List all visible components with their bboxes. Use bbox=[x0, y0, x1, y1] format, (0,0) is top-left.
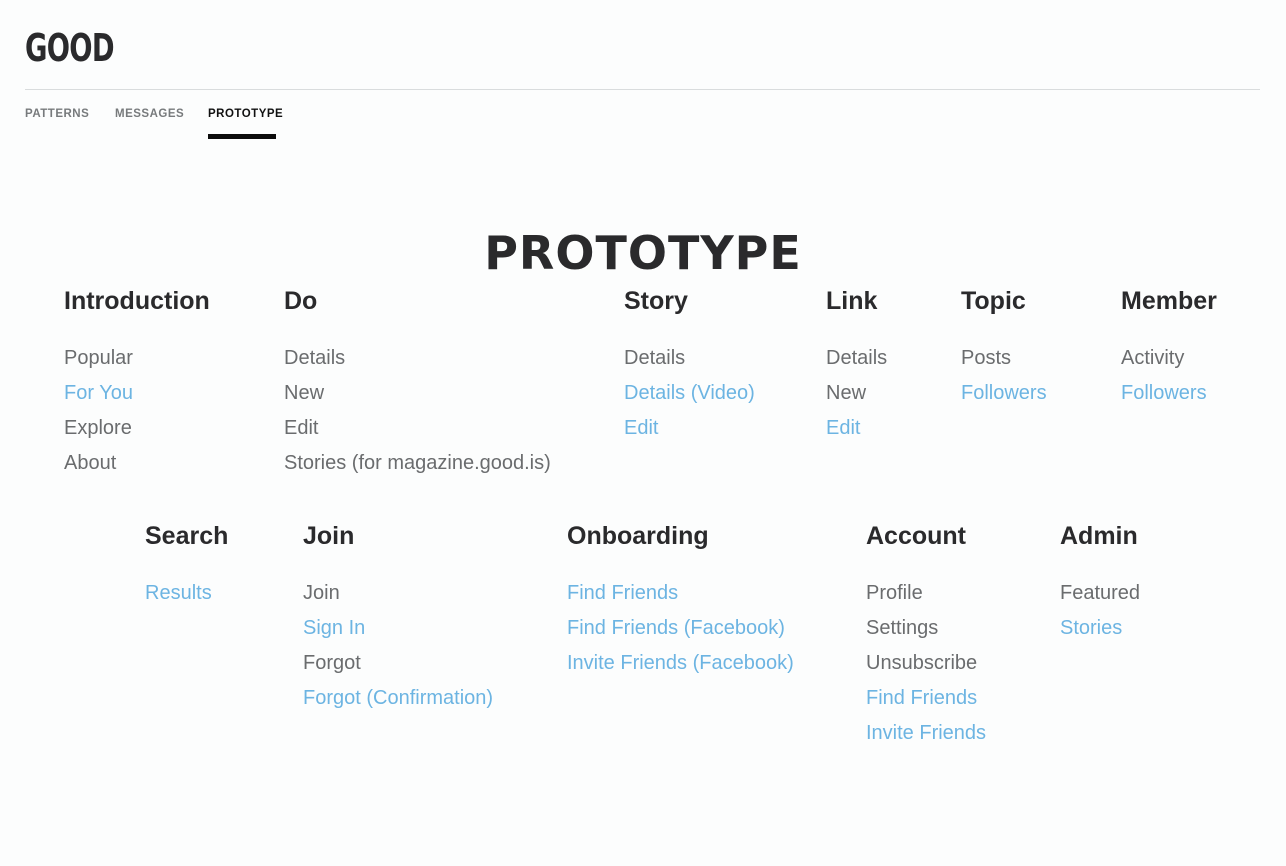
section-heading: Join bbox=[303, 522, 355, 550]
link-topic-posts[interactable]: Posts bbox=[961, 347, 1011, 369]
section-heading: Account bbox=[866, 522, 966, 550]
section-admin: Admin Featured Stories bbox=[1060, 521, 1140, 646]
link-for-you[interactable]: For You bbox=[64, 382, 133, 404]
section-join: Join Join Sign In Forgot Forgot (Confirm… bbox=[303, 521, 493, 716]
link-list: Featured Stories bbox=[1060, 576, 1140, 646]
link-do-edit[interactable]: Edit bbox=[284, 417, 318, 439]
link-do-stories[interactable]: Stories (for magazine.good.is) bbox=[284, 452, 551, 474]
section-onboarding: Onboarding Find Friends Find Friends (Fa… bbox=[567, 521, 794, 681]
link-popular[interactable]: Popular bbox=[64, 347, 133, 369]
section-member: Member Activity Followers bbox=[1121, 286, 1217, 411]
page: GOOD PATTERNS MESSAGES PROTOTYPE PROTOTY… bbox=[0, 0, 1286, 866]
link-list: Popular For You Explore About bbox=[64, 341, 210, 481]
tab-prototype[interactable]: PROTOTYPE bbox=[208, 108, 283, 120]
link-list: Details New Edit Stories (for magazine.g… bbox=[284, 341, 551, 481]
section-account: Account Profile Settings Unsubscribe Fin… bbox=[866, 521, 986, 751]
tab-messages[interactable]: MESSAGES bbox=[115, 108, 184, 120]
link-join[interactable]: Join bbox=[303, 582, 340, 604]
section-heading: Onboarding bbox=[567, 522, 709, 550]
link-list: Profile Settings Unsubscribe Find Friend… bbox=[866, 576, 986, 751]
link-story-details[interactable]: Details bbox=[624, 347, 685, 369]
active-tab-indicator bbox=[208, 134, 276, 139]
section-heading: Member bbox=[1121, 287, 1217, 315]
link-forgot-confirmation[interactable]: Forgot (Confirmation) bbox=[303, 687, 493, 709]
header-divider bbox=[25, 89, 1260, 90]
page-title: PROTOTYPE bbox=[484, 225, 802, 280]
section-heading: Search bbox=[145, 522, 229, 550]
link-story-details-video[interactable]: Details (Video) bbox=[624, 382, 755, 404]
link-account-settings[interactable]: Settings bbox=[866, 617, 938, 639]
link-about[interactable]: About bbox=[64, 452, 116, 474]
link-link-edit[interactable]: Edit bbox=[826, 417, 860, 439]
tab-patterns[interactable]: PATTERNS bbox=[25, 108, 89, 120]
section-topic: Topic Posts Followers bbox=[961, 286, 1047, 411]
good-logo[interactable]: GOOD bbox=[25, 28, 115, 68]
link-list: Posts Followers bbox=[961, 341, 1047, 411]
link-sign-in[interactable]: Sign In bbox=[303, 617, 365, 639]
link-member-activity[interactable]: Activity bbox=[1121, 347, 1184, 369]
link-list: Find Friends Find Friends (Facebook) Inv… bbox=[567, 576, 794, 681]
link-admin-featured[interactable]: Featured bbox=[1060, 582, 1140, 604]
link-admin-stories[interactable]: Stories bbox=[1060, 617, 1122, 639]
link-forgot[interactable]: Forgot bbox=[303, 652, 361, 674]
link-list: Details Details (Video) Edit bbox=[624, 341, 755, 446]
section-link: Link Details New Edit bbox=[826, 286, 887, 446]
link-link-details[interactable]: Details bbox=[826, 347, 887, 369]
section-search: Search Results bbox=[145, 521, 228, 611]
section-heading: Introduction bbox=[64, 287, 210, 315]
section-introduction: Introduction Popular For You Explore Abo… bbox=[64, 286, 210, 481]
section-heading: Story bbox=[624, 287, 688, 315]
section-heading: Do bbox=[284, 287, 318, 315]
link-list: Results bbox=[145, 576, 228, 611]
link-list: Activity Followers bbox=[1121, 341, 1217, 411]
link-account-profile[interactable]: Profile bbox=[866, 582, 923, 604]
link-onboarding-find-friends[interactable]: Find Friends bbox=[567, 582, 678, 604]
link-account-unsubscribe[interactable]: Unsubscribe bbox=[866, 652, 977, 674]
section-heading: Link bbox=[826, 287, 878, 315]
link-topic-followers[interactable]: Followers bbox=[961, 382, 1047, 404]
link-do-details[interactable]: Details bbox=[284, 347, 345, 369]
link-list: Join Sign In Forgot Forgot (Confirmation… bbox=[303, 576, 493, 716]
section-do: Do Details New Edit Stories (for magazin… bbox=[284, 286, 551, 481]
section-story: Story Details Details (Video) Edit bbox=[624, 286, 755, 446]
link-account-find-friends[interactable]: Find Friends bbox=[866, 687, 977, 709]
link-member-followers[interactable]: Followers bbox=[1121, 382, 1207, 404]
link-list: Details New Edit bbox=[826, 341, 887, 446]
link-do-new[interactable]: New bbox=[284, 382, 324, 404]
section-heading: Admin bbox=[1060, 522, 1138, 550]
link-story-edit[interactable]: Edit bbox=[624, 417, 658, 439]
link-account-invite-friends[interactable]: Invite Friends bbox=[866, 722, 986, 744]
section-heading: Topic bbox=[961, 287, 1026, 315]
link-search-results[interactable]: Results bbox=[145, 582, 212, 604]
link-link-new[interactable]: New bbox=[826, 382, 866, 404]
link-explore[interactable]: Explore bbox=[64, 417, 132, 439]
link-onboarding-find-friends-facebook[interactable]: Find Friends (Facebook) bbox=[567, 617, 785, 639]
link-onboarding-invite-friends-facebook[interactable]: Invite Friends (Facebook) bbox=[567, 652, 794, 674]
